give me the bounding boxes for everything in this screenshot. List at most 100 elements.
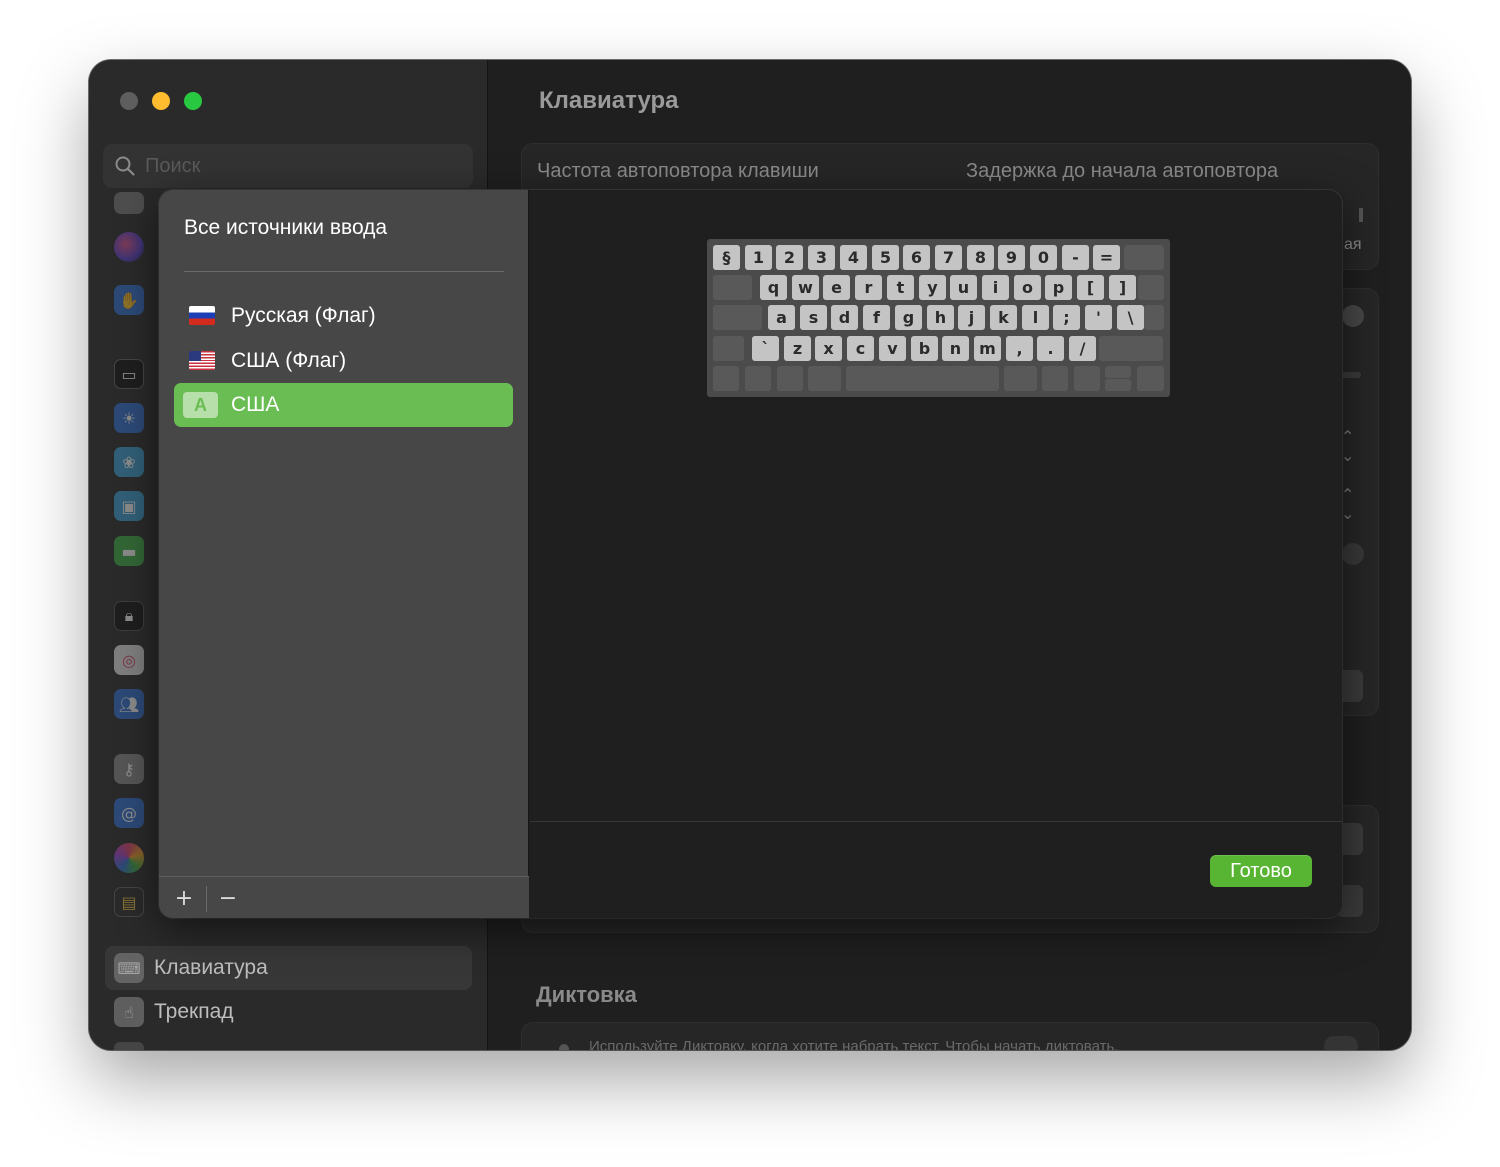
settings-item-icon[interactable] bbox=[114, 192, 144, 214]
keyboard-key: ] bbox=[1109, 275, 1136, 300]
keyboard-key: , bbox=[1006, 336, 1033, 361]
keyboard-key-blank bbox=[846, 366, 999, 391]
slider-tick bbox=[1359, 208, 1363, 222]
sidebar-item-label: Клавиатура bbox=[154, 956, 268, 979]
keyboard-key: 0 bbox=[1030, 245, 1057, 270]
wallpaper-icon[interactable]: ▣ bbox=[114, 491, 144, 521]
keyboard-key-blank bbox=[1074, 366, 1100, 391]
keyboard-key-blank bbox=[1138, 275, 1164, 300]
siri-icon[interactable] bbox=[114, 232, 144, 262]
keyboard-key: [ bbox=[1077, 275, 1104, 300]
slider-track[interactable] bbox=[1341, 372, 1361, 378]
keyboard-key: w bbox=[792, 275, 819, 300]
keyboard-key: ` bbox=[752, 336, 779, 361]
keyboard-key: o bbox=[1014, 275, 1041, 300]
flag-usa-icon bbox=[189, 351, 215, 370]
keyboard-key: 3 bbox=[808, 245, 835, 270]
internet-accounts-icon[interactable]: @ bbox=[114, 798, 144, 828]
keyboard-key: v bbox=[879, 336, 906, 361]
keyboard-key: - bbox=[1062, 245, 1089, 270]
keyboard-key: \ bbox=[1117, 305, 1144, 330]
input-source-label: Русская (Флаг) bbox=[231, 304, 376, 327]
divider bbox=[530, 821, 1342, 822]
keyboard-key-blank bbox=[713, 366, 739, 391]
keyboard-key-blank bbox=[1137, 366, 1164, 391]
keyboard-key-blank bbox=[745, 366, 771, 391]
keyboard-key: d bbox=[831, 305, 858, 330]
keyboard-key: a bbox=[768, 305, 795, 330]
keyboard-preview-pane: § 1 2 3 4 5 6 7 8 9 0- = q w e r t y u i o p[] a s d f g h j k l; ' \ ` z x… bbox=[530, 190, 1342, 918]
keyboard-key-blank bbox=[1105, 379, 1131, 391]
trackpad-icon: ☝ bbox=[114, 997, 144, 1027]
keyboard-key: m bbox=[974, 336, 1001, 361]
keyboard-key-blank bbox=[1124, 245, 1164, 270]
sidebar-item-keyboard[interactable]: ⌨ Клавиатура bbox=[105, 946, 472, 990]
keyboard-key-blank bbox=[1004, 366, 1037, 391]
abc-input-icon: A bbox=[183, 392, 218, 418]
keyboard-key: x bbox=[815, 336, 842, 361]
displays-icon[interactable]: ☀ bbox=[114, 403, 144, 433]
users-groups-icon[interactable]: 👥︎ bbox=[114, 689, 144, 719]
keyboard-key: 8 bbox=[967, 245, 994, 270]
keyboard-key: 2 bbox=[776, 245, 803, 270]
keyboard-key: § bbox=[713, 245, 740, 270]
input-source-usa-flag[interactable]: США (Флаг) bbox=[174, 339, 513, 383]
input-source-label: США bbox=[231, 393, 280, 416]
keyboard-key-blank bbox=[1105, 366, 1131, 378]
wallet-icon[interactable]: ▤ bbox=[114, 887, 144, 917]
keyboard-key: 5 bbox=[872, 245, 899, 270]
sidebar-item-label: Трекпад bbox=[154, 1000, 234, 1023]
input-source-label: США (Флаг) bbox=[231, 349, 347, 372]
keyboard-key: r bbox=[855, 275, 882, 300]
privacy-hand-icon[interactable]: ✋ bbox=[114, 285, 144, 315]
input-sources-sheet: Все источники ввода Русская (Флаг) США (… bbox=[159, 190, 1342, 918]
desktop-dock-icon[interactable]: ▭ bbox=[114, 359, 144, 389]
keyboard-key-blank bbox=[808, 366, 841, 391]
game-center-icon[interactable] bbox=[114, 843, 144, 873]
next-item-icon[interactable] bbox=[114, 1042, 144, 1050]
lock-screen-icon[interactable]: 🔒︎ bbox=[114, 601, 144, 631]
window-minimize-button[interactable] bbox=[152, 92, 170, 110]
remove-input-source-button[interactable]: − bbox=[206, 877, 250, 918]
keyboard-key: g bbox=[895, 305, 922, 330]
screen-saver-icon[interactable]: ❀ bbox=[114, 447, 144, 477]
popup-chevron-icon[interactable]: ⌃ ⌄ bbox=[1341, 427, 1354, 465]
keyboard-key: q bbox=[760, 275, 787, 300]
window-close-button[interactable] bbox=[120, 92, 138, 110]
touch-id-icon[interactable]: ◎ bbox=[114, 645, 144, 675]
search-field[interactable] bbox=[103, 144, 473, 188]
keyboard-layout-preview: § 1 2 3 4 5 6 7 8 9 0- = q w e r t y u i o p[] a s d f g h j k l; ' \ ` z x… bbox=[707, 239, 1170, 397]
flag-russia-icon bbox=[189, 306, 215, 325]
toggle-knob[interactable] bbox=[1342, 543, 1364, 565]
done-button[interactable]: Готово bbox=[1210, 855, 1312, 887]
keyboard-key: u bbox=[950, 275, 977, 300]
keyboard-key-blank bbox=[1042, 366, 1068, 391]
slider-end-label: ая bbox=[1344, 236, 1362, 253]
input-sources-list-pane: Все источники ввода Русская (Флаг) США (… bbox=[159, 190, 529, 918]
keyboard-key: j bbox=[958, 305, 985, 330]
window-zoom-button[interactable] bbox=[184, 92, 202, 110]
list-footer: + − bbox=[159, 876, 529, 918]
dictation-description: Используйте Диктовку, когда хотите набра… bbox=[589, 1038, 1119, 1050]
keyboard-key: e bbox=[823, 275, 850, 300]
key-repeat-rate-label: Частота автоповтора клавиши bbox=[537, 160, 819, 182]
toggle-knob[interactable] bbox=[1342, 305, 1364, 327]
keyboard-key: ; bbox=[1053, 305, 1080, 330]
keyboard-key: p bbox=[1045, 275, 1072, 300]
keyboard-key: h bbox=[927, 305, 954, 330]
search-input[interactable] bbox=[145, 150, 455, 182]
popup-chevron-icon[interactable]: ⌃ ⌄ bbox=[1341, 485, 1354, 523]
keyboard-key: / bbox=[1069, 336, 1096, 361]
sidebar-item-trackpad[interactable]: ☝ Трекпад bbox=[105, 990, 472, 1034]
input-source-russian-flag[interactable]: Русская (Флаг) bbox=[174, 294, 513, 338]
keyboard-icon: ⌨ bbox=[114, 953, 144, 983]
add-input-source-button[interactable]: + bbox=[162, 877, 206, 918]
passwords-key-icon[interactable]: ⚷ bbox=[114, 754, 144, 784]
input-source-usa[interactable]: A США bbox=[174, 383, 513, 427]
list-header: Все источники ввода bbox=[184, 216, 388, 239]
keyboard-key-blank bbox=[713, 275, 752, 300]
battery-icon[interactable]: ▬ bbox=[114, 536, 144, 566]
keyboard-key-blank bbox=[1099, 336, 1163, 361]
dictation-toggle[interactable] bbox=[1324, 1036, 1358, 1050]
keyboard-key-blank bbox=[713, 336, 744, 361]
